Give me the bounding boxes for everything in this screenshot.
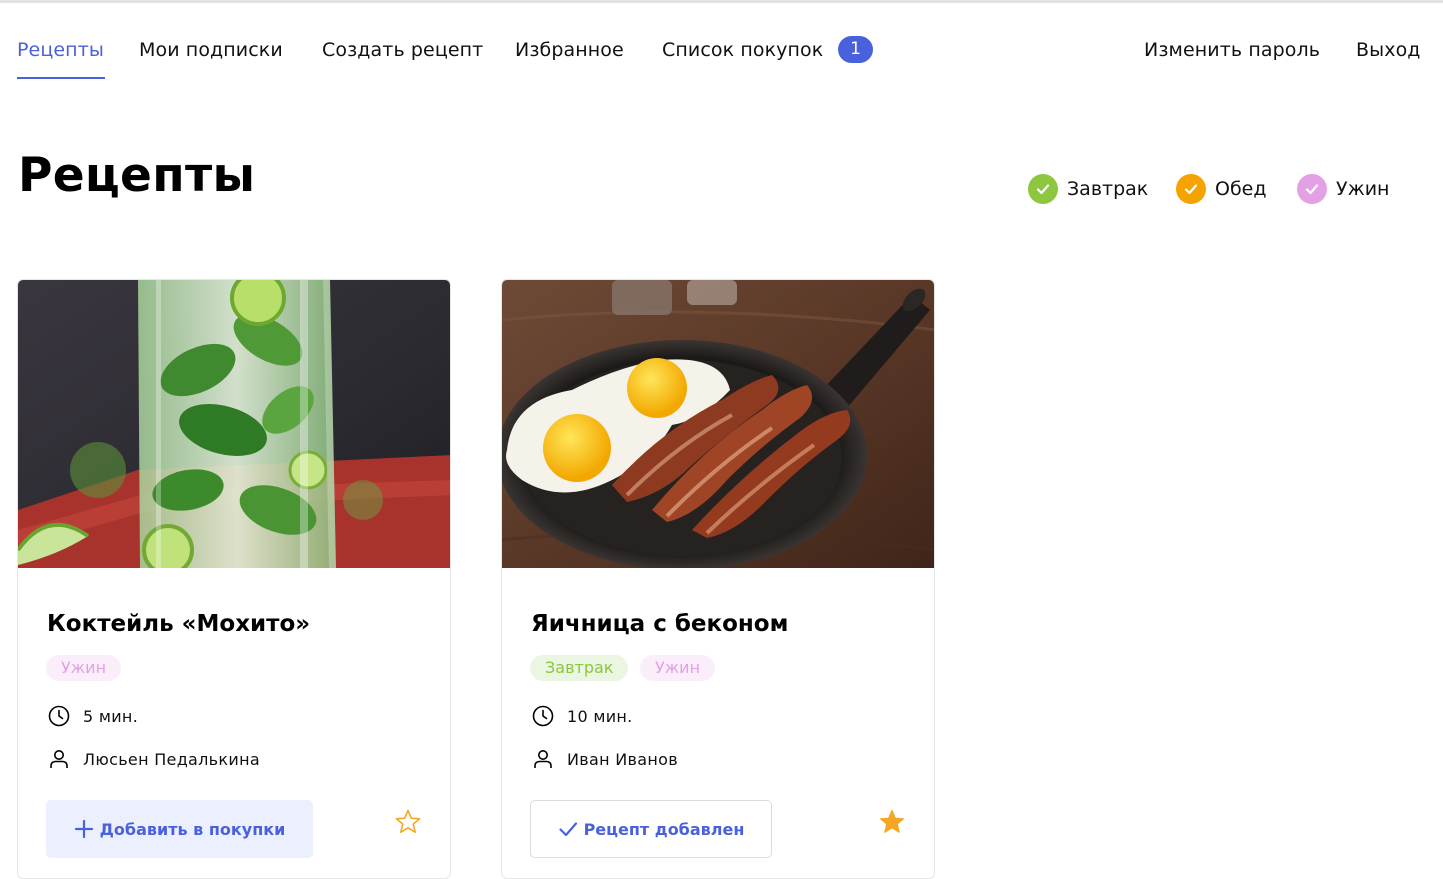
page-title: Рецепты [18,148,256,203]
recipe-card: Яичница с беконом Завтрак Ужин 10 мин. И… [501,279,935,879]
recipe-image[interactable] [502,280,934,568]
user-icon [50,750,68,768]
button-label: Рецепт добавлен [583,819,745,839]
nav-logout[interactable]: Выход [1356,38,1421,62]
clock-icon [532,705,554,727]
shopping-list-count-badge: 1 [838,36,873,63]
nav-create-recipe[interactable]: Создать рецепт [322,38,483,62]
nav-subscriptions[interactable]: Мои подписки [139,38,283,62]
cooking-time: 5 мин. [47,704,138,728]
main-navigation: Рецепты Мои подписки Создать рецепт Избр… [0,0,1443,100]
recipe-author[interactable]: Люсьен Педалькина [47,747,260,771]
filter-lunch[interactable]: Обед [1176,173,1267,205]
recipe-card: Коктейль «Мохито» Ужин 5 мин. Люсьен Пед… [17,279,451,879]
recipe-added-button[interactable]: Рецепт добавлен [530,800,772,858]
check-icon [1176,174,1206,204]
author-name: Иван Иванов [567,749,678,769]
check-icon [1297,174,1327,204]
button-label: Добавить в покупки [99,819,286,839]
filter-label: Обед [1215,178,1267,200]
plus-icon [74,819,94,839]
tag-dinner: Ужин [46,655,122,681]
cooking-time: 10 мин. [531,704,633,728]
author-name: Люсьен Педалькина [83,749,260,769]
filter-breakfast[interactable]: Завтрак [1028,173,1148,205]
tag-breakfast: Завтрак [530,655,629,681]
recipe-title[interactable]: Яичница с беконом [531,611,788,637]
check-icon [1028,174,1058,204]
favorite-star-filled-icon[interactable] [878,808,906,836]
time-text: 5 мин. [83,706,139,726]
nav-change-password[interactable]: Изменить пароль [1144,38,1320,62]
clock-icon [48,705,70,727]
recipe-author[interactable]: Иван Иванов [531,747,678,771]
active-nav-indicator [17,77,105,79]
recipe-image[interactable] [18,280,450,568]
nav-favorites[interactable]: Избранное [515,38,624,62]
filter-label: Завтрак [1067,178,1149,200]
check-icon [558,819,578,839]
filter-dinner[interactable]: Ужин [1297,173,1389,205]
nav-recipes[interactable]: Рецепты [17,38,104,62]
recipe-title[interactable]: Коктейль «Мохито» [47,611,310,637]
tag-dinner: Ужин [640,655,716,681]
user-icon [534,750,552,768]
add-to-shopping-button[interactable]: Добавить в покупки [46,800,313,858]
filter-label: Ужин [1336,178,1390,200]
nav-shopping-list[interactable]: Список покупок [662,38,823,62]
time-text: 10 мин. [567,706,633,726]
favorite-star-outline-icon[interactable] [394,808,422,836]
